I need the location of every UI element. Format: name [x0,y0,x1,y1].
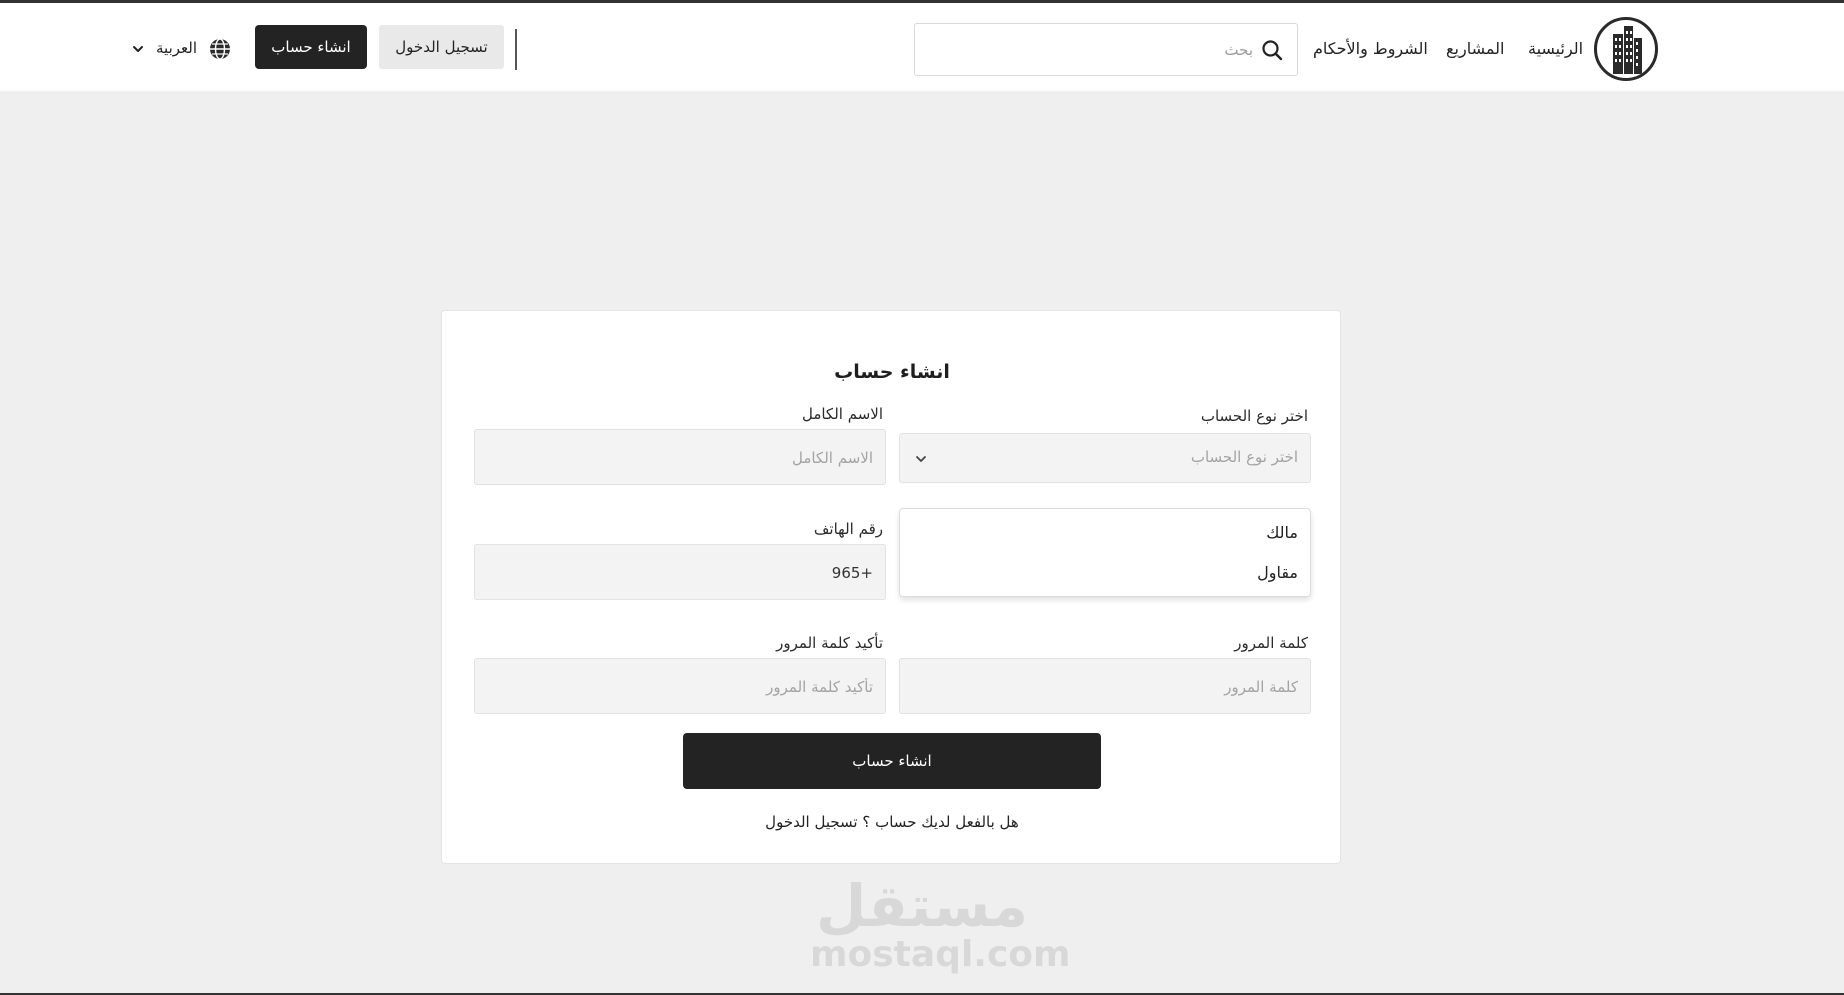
full-name-label: الاسم الكامل [801,405,883,423]
password-label: كلمة المرور [1234,634,1308,652]
login-button[interactable]: تسجيل الدخول [379,25,504,69]
nav-link-home[interactable]: الرئيسية [1528,39,1583,58]
submit-signup-button[interactable]: انشاء حساب [683,733,1101,789]
signup-button[interactable]: انشاء حساب [255,25,367,69]
option-owner[interactable]: مالك [1266,523,1298,542]
building-logo-icon[interactable] [1594,17,1658,81]
chevron-down-icon [916,456,926,462]
account-type-dropdown: مالك مقاول [899,508,1311,597]
login-link[interactable]: تسجيل الدخول [765,813,857,831]
confirm-password-label: تأكيد كلمة المرور [776,634,883,652]
already-have-account: هل بالفعل لديك حساب ؟ تسجيل الدخول [442,813,1342,831]
globe-icon [210,38,230,60]
language-label: العربية [156,39,197,57]
account-type-label: اختر نوع الحساب [1200,407,1308,425]
full-name-input[interactable] [493,446,873,470]
signup-card: انشاء حساب اختر نوع الحساب اختر نوع الحس… [441,310,1341,864]
confirm-password-field[interactable] [474,658,886,714]
account-type-select[interactable]: اختر نوع الحساب [899,433,1311,483]
nav-link-terms[interactable]: الشروط والأحكام [1313,39,1428,58]
phone-field[interactable] [474,544,886,600]
search-input[interactable] [933,38,1253,62]
chevron-down-icon [133,46,143,52]
password-field[interactable] [899,658,1311,714]
full-name-field[interactable] [474,429,886,485]
already-prompt: هل بالفعل لديك حساب ؟ [862,813,1019,831]
watermark: مستقل mostaql.com [810,872,1071,975]
option-contractor[interactable]: مقاول [1257,563,1298,582]
account-type-placeholder: اختر نوع الحساب [1190,448,1298,466]
confirm-password-input[interactable] [493,675,873,699]
nav-divider [515,29,517,70]
watermark-arabic: مستقل [815,872,1029,940]
phone-label: رقم الهاتف [813,520,883,538]
password-input[interactable] [918,675,1298,699]
form-title: انشاء حساب [834,361,950,383]
phone-input[interactable] [493,561,873,585]
search-icon[interactable] [1261,39,1283,61]
language-selector[interactable]: العربية [132,37,234,61]
nav-link-projects[interactable]: المشاريع [1446,39,1504,58]
search-box[interactable] [914,23,1298,76]
watermark-latin: mostaql.com [810,934,1071,975]
navbar: الرئيسية المشاريع الشروط والأحكام تسجيل … [0,3,1844,91]
